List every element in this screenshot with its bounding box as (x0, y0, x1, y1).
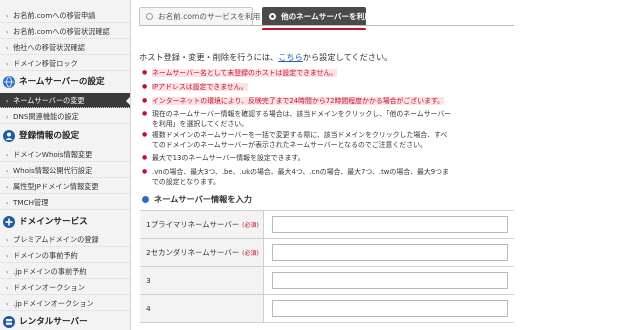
chevron-right-icon: › (6, 13, 9, 20)
sidebar-section-domain-service: ドメインサービス (0, 213, 130, 231)
chevron-right-icon: › (6, 114, 9, 121)
sidebar-item-tmch[interactable]: › TMCH管理 (0, 195, 130, 210)
sidebar-item-transfer-status[interactable]: › お名前.comへの移管状況確認 (0, 24, 130, 39)
bullet-icon: ● (142, 110, 148, 117)
primary-nameserver-input[interactable] (272, 216, 508, 233)
chevron-right-icon: › (6, 29, 9, 36)
chevron-right-icon: › (6, 269, 9, 276)
bullet-icon: ● (142, 131, 148, 138)
chevron-right-icon: › (6, 301, 9, 308)
note-item: ● .vnの場合、最大3つ、.be、.ukの場合、最大4つ、.cnの場合、最大7つ… (142, 168, 449, 186)
nameserver-label: 3 (140, 267, 264, 294)
note-item: ● 複数ドメインのネームサーバーを一括で変更する際に、該当ドメインをクリックした場… (142, 131, 448, 149)
section-dot-icon (142, 196, 149, 203)
sidebar-section-nameserver: ネームサーバーの設定 (0, 73, 130, 91)
sidebar-section-rental-server: レンタルサーバー (0, 313, 130, 330)
tab-other-nameserver[interactable]: 他のネームサーバーを利用 (262, 7, 372, 25)
bullet-icon: ● (142, 69, 148, 76)
sidebar-item-nameserver-change[interactable]: › ネームサーバーの変更 (0, 93, 130, 108)
chevron-right-icon: › (6, 45, 9, 52)
table-row: 3 (140, 267, 514, 295)
note-item: ● 現在のネームサーバー情報を確認する場合は、該当ドメインをクリックし、「他のネー… (142, 110, 452, 128)
chevron-right-icon: › (6, 184, 9, 191)
note-item: ● ネームサーバー名として未登録のホストは設定できません。 (142, 69, 338, 77)
sidebar-item-transfer-lock[interactable]: › ドメイン移管ロック (0, 56, 130, 71)
tab-divider (139, 25, 514, 26)
section-title-nameserver-input: ネームサーバー情報を入力 (142, 193, 252, 205)
table-row: 4 (140, 295, 514, 323)
chevron-right-icon: › (6, 61, 9, 68)
chevron-right-icon: › (6, 168, 9, 175)
host-registration-link[interactable]: こちら (278, 52, 303, 62)
bullet-icon: ● (142, 154, 148, 161)
sidebar-item-whois-change[interactable]: › ドメインWhois情報変更 (0, 147, 130, 162)
nameserver-3-input[interactable] (272, 272, 508, 289)
sidebar-item-dns-settings[interactable]: › DNS関連機能の設定 (0, 109, 130, 124)
nameserver-label: 2セカンダリネームサーバー (必須) (140, 239, 264, 266)
sidebar-item-jp-preorder[interactable]: › .jpドメインの事前予約 (0, 264, 130, 279)
sidebar-item-jp-auction[interactable]: › .jpドメインオークション (0, 296, 130, 311)
table-row: 2セカンダリネームサーバー (必須) (140, 239, 514, 267)
radio-selected-icon (269, 13, 276, 20)
plus-circle-icon (3, 216, 15, 228)
note-item: ● IPアドレスは設定できません。 (142, 83, 248, 91)
note-item: ● インターネットの環境により、反映完了まで24時間から72時間程度かかる場合がご… (142, 97, 445, 105)
bullet-icon: ● (142, 168, 148, 175)
bullet-icon: ● (142, 97, 148, 104)
note-item: ● 最大で13のネームサーバー情報を設定できます。 (142, 154, 305, 162)
sidebar: › お名前.comへの移管申請 › お名前.comへの移管状況確認 › 他社への移管状… (0, 0, 131, 330)
sidebar-item-outbound-transfer-status[interactable]: › 他社への移管状況確認 (0, 40, 130, 55)
user-icon (3, 130, 15, 142)
main-content: お名前.comのサービスを利用 他のネームサーバーを利用 ホスト登録・変更・削除… (131, 0, 630, 330)
nameserver-4-input[interactable] (272, 300, 508, 317)
chevron-right-icon: › (6, 200, 9, 207)
sidebar-item-domain-auction[interactable]: › ドメインオークション (0, 280, 130, 295)
sidebar-item-transfer-request[interactable]: › お名前.comへの移管申請 (0, 8, 130, 23)
globe-icon (3, 76, 15, 88)
sidebar-item-whois-privacy[interactable]: › Whois情報公開代行設定 (0, 163, 130, 178)
chevron-right-icon: › (6, 285, 9, 292)
active-tab-underline (262, 28, 366, 30)
chevron-right-icon: › (6, 98, 9, 105)
nameserver-label: 1プライマリネームサーバー (必須) (140, 211, 264, 238)
secondary-nameserver-input[interactable] (272, 244, 508, 261)
nameserver-input-table: 1プライマリネームサーバー (必須) 2セカンダリネームサーバー (必須) 3 4 (140, 210, 514, 323)
sidebar-section-registration: 登録情報の設定 (0, 127, 130, 145)
chevron-right-icon: › (6, 237, 9, 244)
radio-unselected-icon (146, 13, 153, 20)
sidebar-item-domain-preorder[interactable]: › ドメインの事前予約 (0, 248, 130, 263)
server-icon (3, 316, 15, 328)
host-registration-intro: ホスト登録・変更・削除を行うには、こちらから設定してください。 (139, 52, 393, 62)
chevron-right-icon: › (6, 152, 9, 159)
table-row: 1プライマリネームサーバー (必須) (140, 211, 514, 239)
sidebar-item-jp-info-change[interactable]: › 属性型JPドメイン情報変更 (0, 179, 130, 194)
nameserver-label: 4 (140, 295, 264, 322)
tab-onamae-service[interactable]: お名前.comのサービスを利用 (139, 7, 260, 25)
chevron-right-icon: › (6, 253, 9, 260)
bullet-icon: ● (142, 83, 148, 90)
sidebar-item-premium-domain[interactable]: › プレミアムドメインの登録 (0, 232, 130, 247)
